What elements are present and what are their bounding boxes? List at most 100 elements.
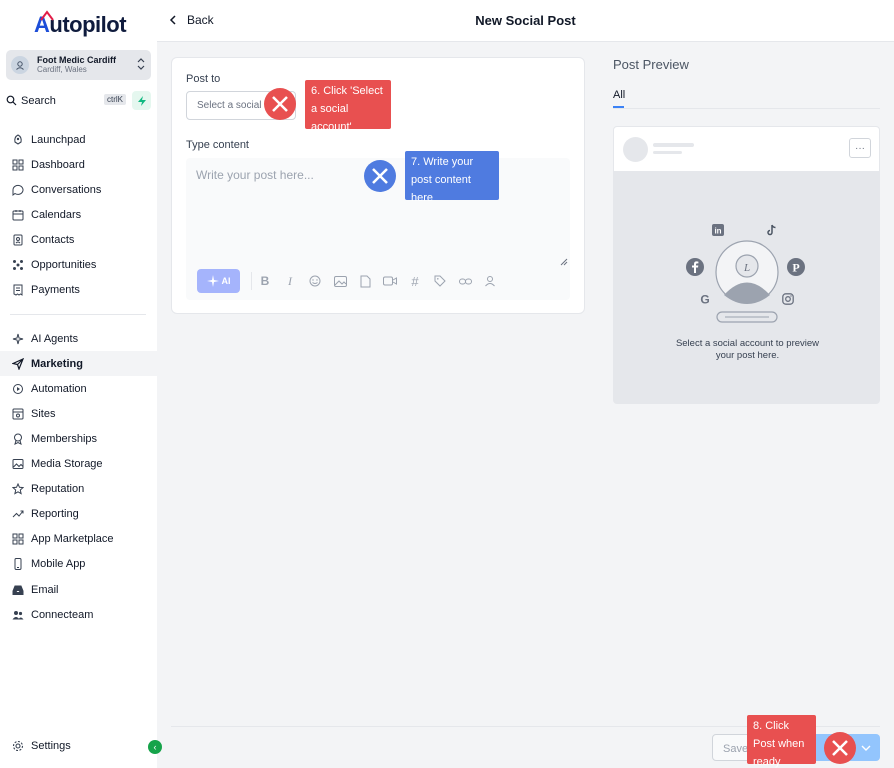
tiktok-icon [767,224,776,236]
sidebar-item-label: Media Storage [31,458,103,470]
svg-text:P: P [792,261,799,275]
sidebar-item-label: Calendars [31,208,82,221]
link-icon[interactable] [458,274,472,288]
sidebar-item-mobile-app[interactable]: Mobile App [0,552,157,577]
sidebar-item-memberships[interactable]: Memberships [0,426,157,451]
pipeline-icon [11,259,24,272]
sidebar-item-media-storage[interactable]: Media Storage [0,452,157,477]
sparkle-icon [206,275,219,287]
send-icon [11,357,24,370]
avatar-placeholder [623,137,648,162]
sidebar-item-reputation[interactable]: Reputation [0,477,157,502]
search-icon [6,95,17,106]
tutorial-tip-step-7: 7. Write your post content here [405,151,499,204]
more-options-icon[interactable]: ··· [849,138,871,158]
sidebar-item-label: Settings [31,739,71,752]
app-logo[interactable]: Autopilot [34,10,127,40]
video-icon[interactable] [383,274,397,288]
sidebar: Autopilot Foot Medic Cardiff Cardiff, Wa… [0,0,162,768]
account-switcher[interactable]: Foot Medic Cardiff Cardiff, Wales [6,50,151,80]
sidebar-item-label: Conversations [31,183,102,196]
sidebar-item-payments[interactable]: Payments [0,278,157,303]
pinterest-icon: P [787,258,805,276]
preview-title: Post Preview [613,57,689,72]
image-icon [11,458,24,471]
sidebar-item-label: Automation [31,382,87,395]
name-placeholder [653,143,694,147]
sidebar-item-contacts[interactable]: Contacts [0,227,157,252]
sidebar-item-label: Email [31,583,59,596]
quick-action-bolt-icon[interactable] [132,91,151,110]
preview-card: ··· L in P G Select a social account to … [613,126,880,404]
sidebar-item-conversations[interactable]: Conversations [0,177,157,202]
sidebar-item-label: Opportunities [31,259,97,271]
sites-icon [11,407,24,420]
sidebar-item-marketing[interactable]: Marketing [0,351,157,377]
chat-icon [11,183,24,196]
tab-all[interactable]: All [613,89,625,101]
phone-icon [11,558,24,571]
instagram-icon [782,293,794,305]
sidebar-item-label: Contacts [31,233,75,246]
sidebar-item-email[interactable]: Email [0,577,157,602]
sidebar-item-opportunities[interactable]: Opportunities [0,253,157,278]
sidebar-item-reporting[interactable]: Reporting [0,502,157,527]
sidebar-item-label: Marketing [31,357,83,370]
page-title: New Social Post [475,13,576,28]
resize-handle-icon[interactable] [560,258,568,266]
sidebar-item-connecteam[interactable]: Connecteam [0,602,157,627]
ai-assist-button[interactable]: AI [197,269,240,293]
select-placeholder: Select a social [197,100,262,111]
sidebar-item-calendars[interactable]: Calendars [0,202,157,227]
sidebar-item-launchpad[interactable]: Launchpad [0,127,157,152]
user-tag-icon[interactable] [483,274,497,288]
star-icon [11,483,24,496]
preview-card-header: ··· [614,127,879,171]
sidebar-item-app-marketplace[interactable]: App Marketplace [0,527,157,552]
sidebar-item-label: AI Agents [31,332,79,345]
type-content-label: Type content [186,139,249,151]
hashtag-icon[interactable]: # [408,274,422,289]
file-icon[interactable] [358,274,372,288]
trend-icon [11,508,24,521]
sparkle-icon [11,332,24,345]
tab-divider [613,108,880,109]
close-icon[interactable] [824,732,856,764]
inbox-icon [11,583,24,596]
collapse-sidebar-icon[interactable]: ‹ [148,740,162,754]
rocket-icon [11,133,24,146]
close-icon[interactable] [264,88,296,120]
sidebar-item-dashboard[interactable]: Dashboard [0,152,157,177]
account-name: Foot Medic Cardiff [37,55,116,65]
sidebar-item-automation[interactable]: Automation [0,376,157,401]
google-icon: G [700,293,709,305]
sidebar-item-settings[interactable]: Settings [0,733,157,758]
receipt-icon [11,284,24,297]
calendar-icon [11,208,24,221]
sidebar-item-label: Memberships [31,432,98,445]
search-button[interactable]: Search ctrlK [6,91,126,110]
close-icon[interactable] [364,160,396,192]
sidebar-item-sites[interactable]: Sites [0,401,157,426]
tutorial-tip-step-6: 6. Click 'Select a social account' [305,80,391,133]
svg-text:L: L [743,262,750,274]
post-preview-panel: Post Preview All ··· L in P G Select a s… [613,57,880,404]
emoji-icon[interactable] [308,274,322,288]
sidebar-item-label: Payments [31,284,80,297]
post-to-label: Post to [186,73,221,85]
tag-icon[interactable] [433,274,447,288]
italic-icon[interactable]: I [283,274,297,288]
sidebar-item-label: Reputation [31,483,85,496]
automation-icon [11,382,24,395]
sidebar-item-ai-agents[interactable]: AI Agents [0,326,157,351]
team-icon [11,608,24,621]
bold-icon[interactable]: B [258,274,272,288]
page-header: Back New Social Post [157,0,894,42]
preview-empty-message: Select a social account to preview your … [675,338,820,361]
contacts-icon [11,233,24,246]
sidebar-item-label: Reporting [31,508,79,521]
sidebar-item-label: Launchpad [31,133,86,146]
chevron-down-icon [861,745,871,751]
image-icon[interactable] [333,274,347,288]
sidebar-item-label: Connecteam [31,608,94,621]
